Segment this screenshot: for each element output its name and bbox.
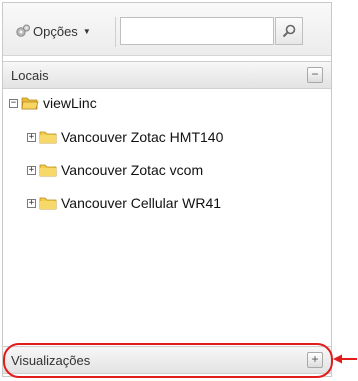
tree-node-label: Vancouver Cellular WR41 bbox=[61, 195, 222, 211]
toolbar-separator bbox=[115, 17, 116, 47]
collapse-node-icon[interactable]: − bbox=[9, 98, 18, 108]
folder-icon bbox=[39, 164, 57, 177]
caret-down-icon: ▼ bbox=[82, 26, 91, 36]
search-input[interactable] bbox=[120, 17, 274, 45]
expand-node-icon[interactable]: + bbox=[27, 132, 36, 142]
expand-node-icon[interactable]: + bbox=[27, 198, 36, 208]
tree-node-vancouver-cellular-wr41[interactable]: + Vancouver Cellular WR41 bbox=[27, 193, 221, 213]
folder-icon bbox=[39, 131, 57, 144]
collapse-locais-button[interactable]: − bbox=[307, 67, 323, 83]
toolbar: Opções ▼ bbox=[3, 3, 331, 56]
annotation-arrow-icon bbox=[333, 354, 357, 364]
options-menu-button[interactable]: Opções ▼ bbox=[15, 21, 91, 41]
tree-node-vancouver-zotac-hmt140[interactable]: + Vancouver Zotac HMT140 bbox=[27, 127, 223, 147]
visualizacoes-header[interactable]: Visualizações + bbox=[3, 346, 331, 374]
open-folder-icon bbox=[21, 97, 39, 110]
expand-visualizacoes-button[interactable]: + bbox=[307, 352, 323, 368]
tree-node-label: viewLinc bbox=[43, 95, 97, 111]
folder-icon bbox=[39, 197, 57, 210]
magnifier-icon bbox=[282, 24, 296, 38]
tree-node-vancouver-zotac-vcom[interactable]: + Vancouver Zotac vcom bbox=[27, 160, 203, 180]
search-button[interactable] bbox=[275, 17, 303, 45]
tree-node-label: Vancouver Zotac vcom bbox=[61, 162, 204, 178]
tree-node-label: Vancouver Zotac HMT140 bbox=[61, 129, 224, 145]
expand-node-icon[interactable]: + bbox=[27, 165, 36, 175]
visualizacoes-title: Visualizações bbox=[11, 353, 91, 368]
navigation-panel: Opções ▼ Locais − − viewLinc + Vancouver… bbox=[2, 2, 333, 378]
options-label: Opções bbox=[33, 23, 78, 39]
locais-header[interactable]: Locais − bbox=[3, 61, 331, 89]
tree-node-viewlinc[interactable]: − viewLinc bbox=[9, 93, 97, 113]
locais-title: Locais bbox=[11, 68, 49, 83]
gear-icon bbox=[16, 24, 30, 37]
